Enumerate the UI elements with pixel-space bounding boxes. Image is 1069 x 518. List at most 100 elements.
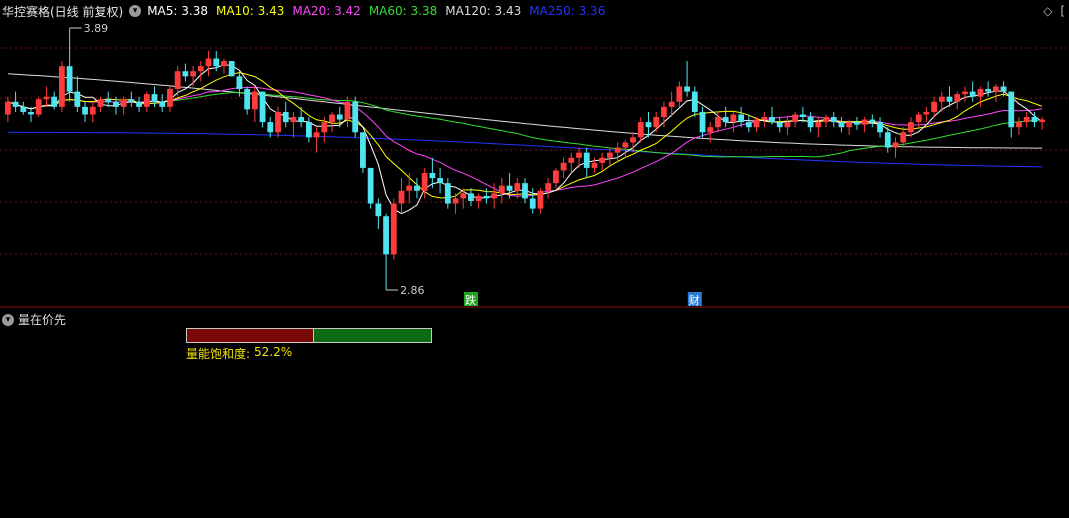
candle-body	[452, 198, 459, 204]
candle-body	[290, 117, 297, 123]
candle-body	[946, 96, 953, 102]
candle-body	[228, 61, 235, 77]
candle-body	[151, 94, 158, 102]
candle-body	[514, 183, 521, 191]
candle-body	[730, 114, 737, 123]
saturation-label: 量能饱和度: 52.2%	[186, 345, 292, 362]
candle-body	[815, 122, 822, 128]
candle-body	[622, 142, 629, 148]
candle-body	[1000, 86, 1007, 92]
candle-body	[475, 195, 482, 201]
candle-body	[159, 101, 166, 107]
candle-body	[931, 101, 937, 112]
event-tag-text: 财	[689, 293, 700, 307]
candle-body	[360, 132, 366, 168]
candle-body	[753, 119, 760, 128]
candle-body	[568, 157, 575, 163]
saturation-value: 52.2%	[254, 345, 293, 359]
candle-body	[630, 137, 636, 143]
candle-body	[43, 96, 50, 100]
candle-body	[344, 101, 351, 120]
candle-body	[97, 99, 104, 107]
candle-body	[938, 96, 945, 102]
candle-body	[869, 119, 876, 123]
candle-body	[522, 183, 528, 199]
main-chart: 3.892.86跌财预	[0, 22, 1069, 308]
candle-body	[221, 61, 227, 67]
candle-body	[120, 99, 127, 107]
stock-title: 华控赛格(日线 前复权)	[2, 4, 124, 19]
ma120-label: MA120: 3.43	[445, 4, 522, 18]
candle-body	[861, 119, 868, 125]
candle-body	[460, 193, 467, 199]
candle-body	[576, 152, 582, 158]
chart-header: 华控赛格(日线 前复权) ▾ MA5: 3.38 MA10: 3.43 MA20…	[2, 3, 607, 19]
candle-body	[352, 101, 359, 133]
candle-body	[877, 122, 883, 133]
bracket-icon[interactable]: [	[1060, 4, 1065, 18]
diamond-icon[interactable]: ◇	[1043, 4, 1052, 18]
candle-body	[537, 190, 544, 209]
candle-body	[136, 101, 142, 107]
candle-body	[298, 117, 305, 123]
window-controls: ◇ [	[1043, 4, 1065, 18]
candle-body	[305, 122, 312, 138]
candle-body	[830, 117, 837, 123]
candle-body	[529, 198, 536, 209]
candle-body	[28, 111, 34, 115]
sub-panel-header: ▾ 量在价先	[2, 311, 66, 328]
saturation-remaining	[314, 329, 431, 342]
dropdown-icon-sub[interactable]: ▾	[2, 313, 14, 326]
candle-body	[707, 127, 714, 133]
candle-body	[336, 114, 343, 120]
candle-body	[113, 101, 119, 107]
candle-body	[236, 76, 243, 90]
candle-body	[491, 193, 498, 199]
candle-body	[383, 216, 389, 255]
candle-body	[282, 111, 289, 123]
low-label: 2.86	[400, 284, 425, 297]
candle-body	[799, 114, 806, 118]
candle-body	[969, 91, 976, 97]
candle-body	[1016, 122, 1022, 128]
candle-body	[645, 122, 652, 128]
ma60-label: MA60: 3.38	[368, 4, 438, 18]
candle-body	[444, 183, 451, 204]
candle-body	[607, 152, 613, 158]
candle-body	[421, 172, 428, 191]
candle-body	[985, 89, 992, 92]
candle-body	[267, 122, 274, 133]
candle-body	[614, 147, 621, 153]
candle-body	[784, 122, 791, 128]
candle-body	[691, 91, 698, 112]
candle-body	[51, 96, 58, 107]
candle-body	[182, 71, 189, 77]
candle-body	[591, 162, 598, 168]
candle-body	[668, 101, 675, 107]
candle-body	[908, 122, 914, 133]
candle-body	[20, 106, 27, 112]
candle-body	[1008, 91, 1015, 128]
candle-body	[329, 114, 335, 123]
candle-body	[167, 89, 173, 107]
candle-body	[854, 122, 860, 125]
candle-body	[313, 132, 320, 138]
candle-body	[992, 86, 999, 92]
candle-body	[197, 66, 204, 72]
candle-body	[406, 185, 413, 191]
candle-body	[398, 190, 405, 204]
candle-body	[552, 170, 559, 184]
candle-body	[414, 185, 420, 191]
dropdown-icon[interactable]: ▾	[129, 5, 142, 17]
candle-body	[205, 58, 212, 67]
candle-body	[506, 185, 513, 191]
high-label: 3.89	[84, 22, 109, 35]
candle-body	[1031, 117, 1038, 123]
candle-body	[174, 71, 181, 90]
event-tag-text: 跌	[465, 293, 476, 307]
candle-body	[661, 106, 667, 118]
candle-body	[390, 203, 397, 255]
ma250-label: MA250: 3.36	[529, 4, 606, 18]
candle-body	[962, 91, 968, 95]
candle-body	[429, 172, 436, 179]
